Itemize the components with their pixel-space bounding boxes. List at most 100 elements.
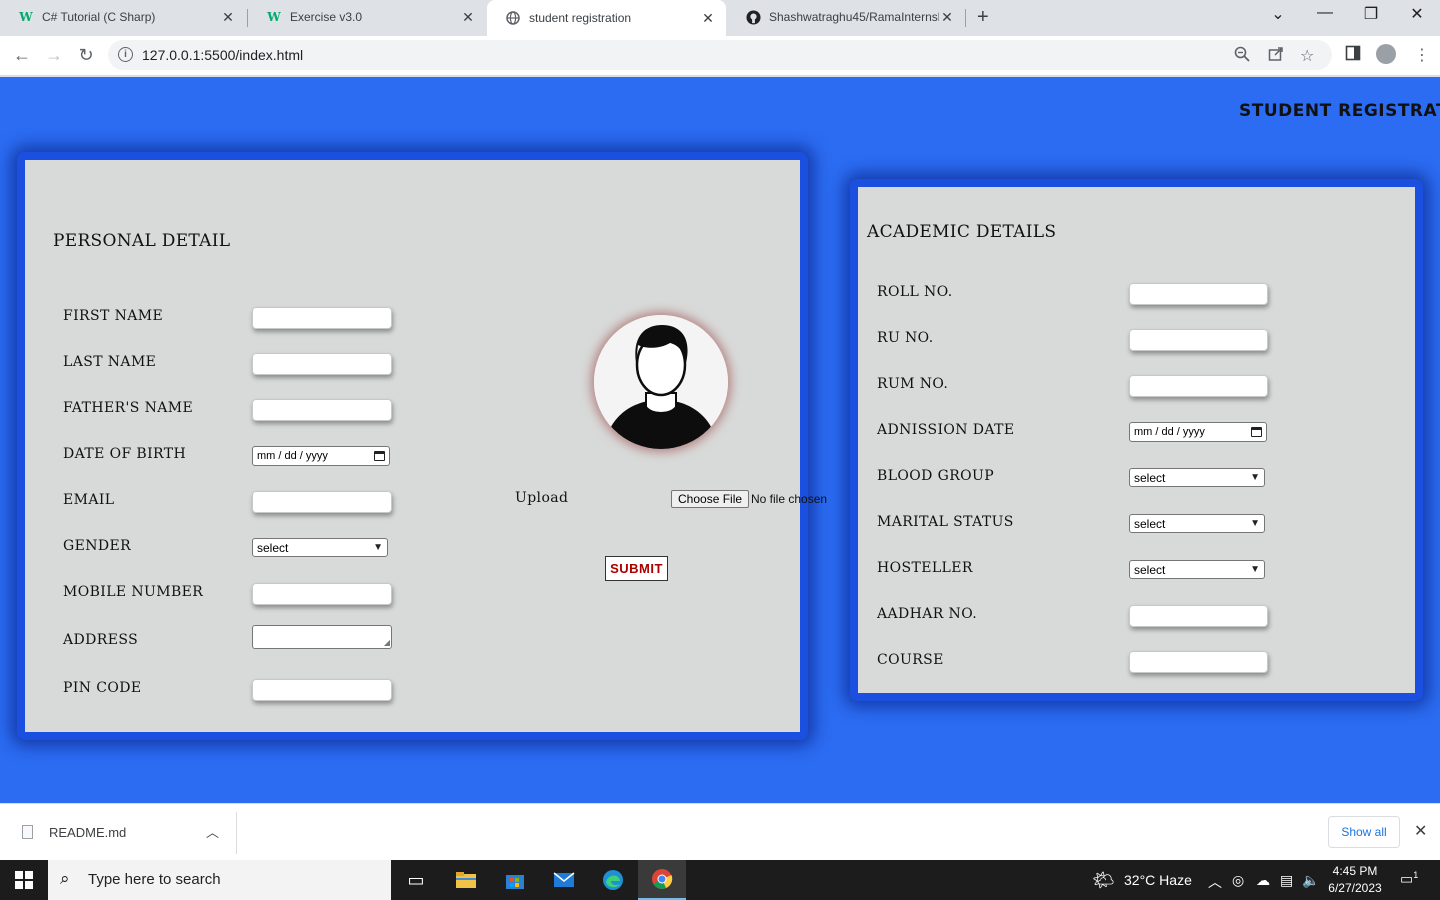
rum-no-input[interactable]: [1129, 375, 1268, 397]
marital-status-select[interactable]: select ▼: [1129, 514, 1265, 533]
personal-detail-title: PERSONAL DETAIL: [53, 231, 231, 251]
first-name-label: FIRST NAME: [63, 308, 164, 324]
tab-student-registration[interactable]: student registration ✕: [487, 0, 726, 36]
url-text: 127.0.0.1:5500/index.html: [142, 47, 304, 63]
aadhar-no-input[interactable]: [1129, 605, 1268, 627]
last-name-input[interactable]: [252, 353, 392, 375]
weather-text[interactable]: 32°C Haze: [1124, 872, 1192, 888]
tab-title: student registration: [529, 11, 632, 25]
admission-date-input[interactable]: mm / dd / yyyy: [1129, 422, 1267, 442]
onedrive-icon[interactable]: ☁: [1256, 872, 1270, 889]
mobile-number-input[interactable]: [252, 583, 392, 605]
file-icon: [22, 825, 33, 839]
edge-icon[interactable]: [589, 860, 637, 900]
resize-grip-icon[interactable]: ◢: [384, 639, 390, 647]
gender-label: GENDER: [63, 538, 132, 554]
close-icon[interactable]: ✕: [220, 9, 236, 25]
chevron-up-icon[interactable]: ︿: [1208, 872, 1222, 892]
roll-no-input[interactable]: [1129, 283, 1268, 305]
share-icon[interactable]: [1268, 46, 1284, 67]
tab-github[interactable]: Shashwatraghu45/RamaInternshi ✕: [727, 0, 965, 34]
forward-icon[interactable]: →: [43, 45, 65, 66]
address-bar[interactable]: i 127.0.0.1:5500/index.html ☆: [108, 40, 1332, 70]
file-status-text: No file chosen: [751, 492, 828, 506]
upload-label: Upload: [515, 490, 569, 506]
site-info-icon[interactable]: i: [118, 47, 133, 62]
close-icon[interactable]: ✕: [700, 10, 716, 26]
date-of-birth-input[interactable]: mm / dd / yyyy: [252, 446, 390, 466]
network-icon[interactable]: ▤: [1280, 872, 1293, 889]
tab-csharp-tutorial[interactable]: W C# Tutorial (C Sharp) ✕: [0, 0, 246, 34]
email-input[interactable]: [252, 491, 392, 513]
show-all-button[interactable]: Show all: [1328, 816, 1400, 848]
choose-file-button[interactable]: Choose File: [671, 490, 750, 508]
calendar-icon[interactable]: [1251, 427, 1262, 437]
pin-code-label: PIN CODE: [63, 680, 142, 696]
new-tab-icon[interactable]: +: [977, 6, 989, 29]
course-input[interactable]: [1129, 651, 1268, 673]
chevron-down-icon: ▼: [373, 542, 383, 553]
hosteller-label: HOSTELLER: [877, 560, 973, 576]
gender-select[interactable]: select ▼: [252, 538, 388, 557]
rum-no-label: RUM NO.: [877, 376, 949, 392]
blood-group-select[interactable]: select ▼: [1129, 468, 1265, 487]
shelf-divider: [236, 812, 237, 854]
task-view-icon[interactable]: ▭: [392, 860, 440, 900]
tab-title: C# Tutorial (C Sharp): [42, 10, 156, 24]
microsoft-store-icon[interactable]: [491, 860, 539, 900]
w3schools-icon: W: [267, 10, 281, 24]
download-file-name[interactable]: README.md: [49, 825, 126, 840]
close-icon[interactable]: ✕: [939, 9, 955, 25]
github-icon: [745, 9, 761, 25]
notification-count: 1: [1413, 870, 1419, 880]
clock-date: 6/27/2023: [1328, 881, 1382, 895]
volume-icon[interactable]: 🔈: [1302, 872, 1319, 889]
pin-code-input[interactable]: [252, 679, 392, 701]
tab-search-icon[interactable]: ⌄: [1266, 4, 1290, 24]
tab-title: Shashwatraghu45/RamaInternshi: [769, 10, 939, 24]
hosteller-select[interactable]: select ▼: [1129, 560, 1265, 579]
window-close-icon[interactable]: ✕: [1405, 4, 1429, 24]
bookmark-star-icon[interactable]: ☆: [1300, 46, 1314, 66]
ru-no-input[interactable]: [1129, 329, 1268, 351]
chevron-up-icon[interactable]: ︿: [206, 822, 219, 841]
side-panel-icon[interactable]: [1345, 45, 1361, 66]
globe-icon: [505, 10, 521, 26]
user-silhouette-icon: [594, 315, 728, 449]
chevron-down-icon: ▼: [1250, 564, 1260, 575]
taskbar-search[interactable]: ⌕ Type here to search: [48, 860, 391, 900]
back-icon[interactable]: ←: [11, 45, 33, 66]
profile-avatar-icon[interactable]: [1376, 44, 1396, 64]
mobile-number-label: MOBILE NUMBER: [63, 584, 204, 600]
chrome-icon[interactable]: [638, 860, 686, 900]
calendar-icon[interactable]: [374, 451, 385, 461]
close-icon[interactable]: ✕: [460, 9, 476, 25]
taskbar-clock[interactable]: 4:45 PM 6/27/2023: [1325, 863, 1385, 897]
meet-now-icon[interactable]: ◎: [1232, 872, 1244, 889]
weather-icon[interactable]: 🌤: [1092, 870, 1115, 891]
personal-detail-card: PERSONAL DETAIL FIRST NAME LAST NAME FAT…: [17, 152, 827, 740]
last-name-label: LAST NAME: [63, 354, 157, 370]
reload-icon[interactable]: ↻: [75, 45, 97, 66]
close-shelf-icon[interactable]: ✕: [1414, 821, 1427, 841]
minimize-icon[interactable]: —: [1313, 4, 1337, 22]
menu-kebab-icon[interactable]: ⋮: [1414, 45, 1430, 65]
submit-button[interactable]: SUBMIT: [605, 556, 668, 581]
file-explorer-icon[interactable]: [442, 860, 490, 900]
page-title: STUDENT REGISTRATIO: [1239, 101, 1440, 121]
page-viewport: STUDENT REGISTRATIO PERSONAL DETAIL FIRS…: [0, 77, 1440, 803]
restore-icon[interactable]: ❐: [1359, 4, 1383, 24]
windows-start-icon[interactable]: [15, 871, 33, 889]
mail-icon[interactable]: [540, 860, 588, 900]
notification-center-icon[interactable]: ▭1: [1400, 870, 1418, 888]
blood-group-label: BLOOD GROUP: [877, 468, 995, 484]
gender-select-value: select: [257, 540, 289, 555]
tab-exercise[interactable]: W Exercise v3.0 ✕: [248, 0, 486, 34]
address-textarea[interactable]: ◢: [252, 625, 392, 649]
fathers-name-input[interactable]: [252, 399, 392, 421]
marital-status-label: MARITAL STATUS: [877, 514, 1014, 530]
chevron-down-icon: ▼: [1250, 472, 1260, 483]
zoom-icon[interactable]: [1234, 46, 1250, 67]
email-label: EMAIL: [63, 492, 115, 508]
first-name-input[interactable]: [252, 307, 392, 329]
